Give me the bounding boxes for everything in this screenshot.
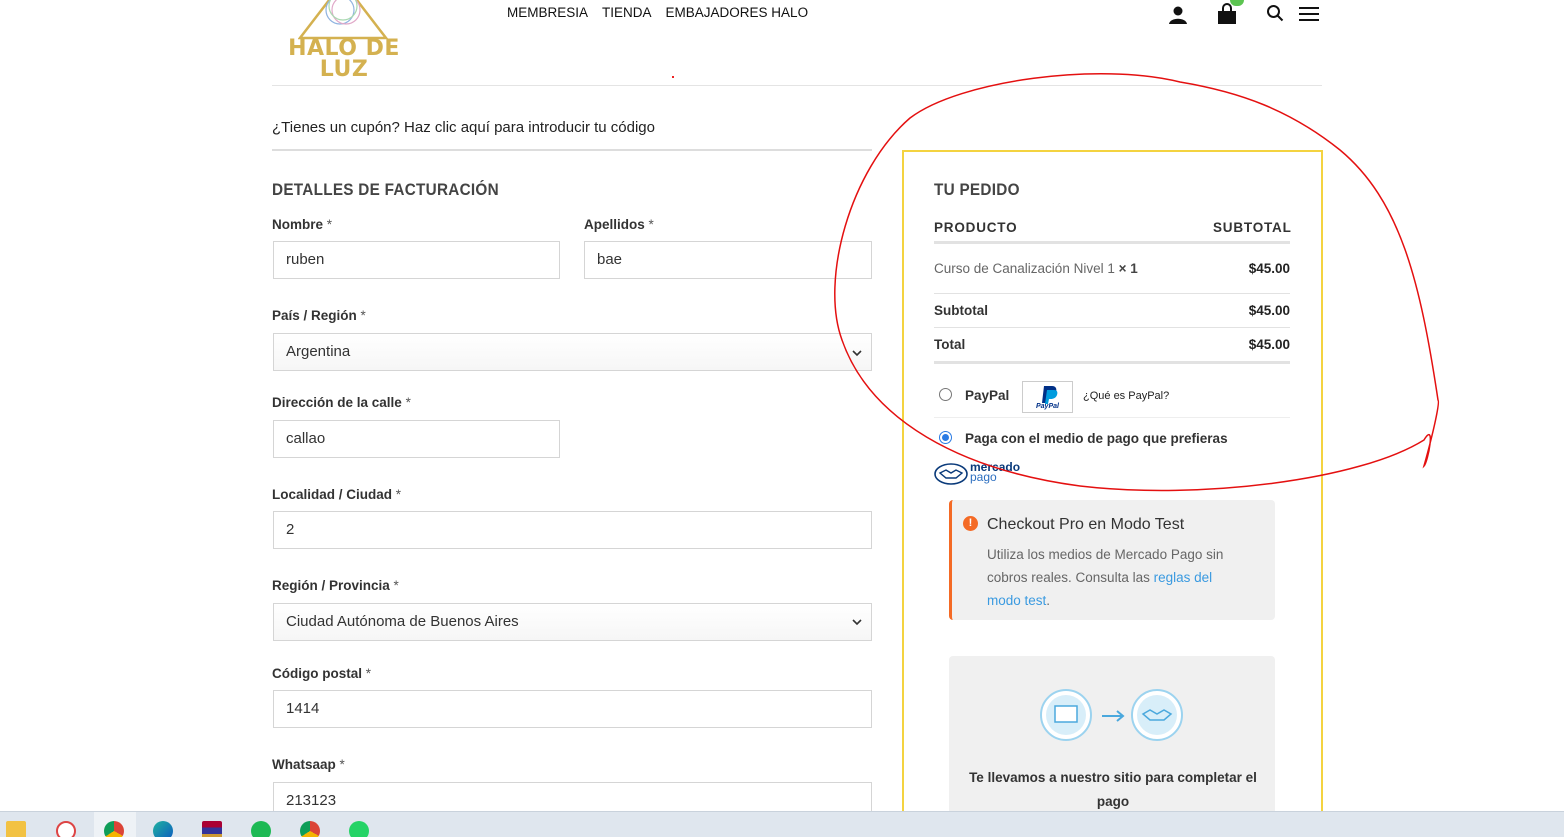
- notice-body: Utiliza los medios de Mercado Pago sin c…: [987, 547, 1224, 608]
- payment-rule: [934, 417, 1290, 418]
- billing-title: DETALLES DE FACTURACIÓN: [272, 180, 499, 199]
- stray-dot: [672, 76, 674, 78]
- col-product-header: PRODUCTO: [934, 220, 1018, 235]
- file-explorer-icon[interactable]: [6, 821, 26, 837]
- main-nav: MEMBRESIA TIENDA EMBAJADORES HALO: [507, 5, 808, 20]
- paypal-label[interactable]: PayPal: [965, 388, 1009, 403]
- mercadopago-radio[interactable]: [939, 431, 952, 444]
- notice-title: Checkout Pro en Modo Test: [987, 516, 1185, 533]
- order-title: TU PEDIDO: [934, 180, 1020, 199]
- search-icon[interactable]: [1266, 4, 1284, 22]
- pais-select[interactable]: Argentina: [273, 333, 872, 371]
- pais-label: País / Región *: [272, 308, 366, 323]
- mercadopago-label[interactable]: Paga con el medio de pago que prefieras: [965, 431, 1228, 446]
- nav-item-tienda[interactable]: TIENDA: [602, 5, 652, 20]
- localidad-input[interactable]: 2: [273, 511, 872, 549]
- order-item-price: $45.00: [1248, 261, 1290, 276]
- chevron-down-icon: [852, 350, 862, 357]
- cart-icon[interactable]: [1216, 3, 1238, 25]
- chrome-icon[interactable]: [300, 821, 320, 837]
- region-select[interactable]: Ciudad Autónoma de Buenos Aires: [273, 603, 872, 641]
- coupon-divider: [272, 149, 872, 151]
- nav-item-membresia[interactable]: MEMBRESIA: [507, 5, 588, 20]
- user-icon[interactable]: [1168, 5, 1188, 25]
- coupon-link[interactable]: ¿Tienes un cupón? Haz clic aquí para int…: [272, 119, 655, 136]
- nombre-label: Nombre *: [272, 217, 333, 232]
- logo-text: HALO DE LUZ: [288, 36, 400, 82]
- subtotal-label: Subtotal: [934, 303, 988, 318]
- order-item-name: Curso de Canalización Nivel 1 × 1: [934, 261, 1138, 276]
- header-icons: [1166, 2, 1326, 26]
- spotify-icon[interactable]: [251, 821, 271, 837]
- direccion-label: Dirección de la calle *: [272, 395, 411, 410]
- chevron-down-icon: [852, 619, 862, 626]
- total-label: Total: [934, 337, 966, 352]
- region-label: Región / Provincia *: [272, 578, 399, 593]
- localidad-label: Localidad / Ciudad *: [272, 487, 402, 502]
- redirect-illustration-icon: [1040, 689, 1183, 741]
- total-rule: [934, 361, 1290, 364]
- menu-icon[interactable]: [1298, 5, 1320, 23]
- nav-item-embajadores[interactable]: EMBAJADORES HALO: [666, 5, 809, 20]
- paypal-logo-text: PayPal: [1036, 403, 1059, 410]
- col-subtotal-header: SUBTOTAL: [1213, 220, 1292, 235]
- nombre-input[interactable]: ruben: [273, 241, 560, 279]
- warning-icon: !: [963, 516, 978, 531]
- whatsapp-label: Whatsaap *: [272, 757, 345, 772]
- apellidos-label: Apellidos *: [584, 217, 654, 232]
- row-rule: [934, 293, 1290, 294]
- logo-emblem-icon: [298, 0, 388, 40]
- paint-icon[interactable]: [56, 821, 76, 837]
- paypal-logo: PayPal: [1022, 381, 1073, 413]
- codigo-postal-input[interactable]: 1414: [273, 690, 872, 728]
- windows-taskbar: [0, 811, 1564, 837]
- checkout-page: HALO DE LUZ MEMBRESIA TIENDA EMBAJADORES…: [0, 0, 1564, 837]
- halo-de-luz-logo[interactable]: HALO DE LUZ: [284, 0, 404, 84]
- mercadopago-logo: mercado pago: [934, 460, 1024, 488]
- header-divider: [272, 85, 1322, 86]
- total-value: $45.00: [1248, 337, 1290, 352]
- row-rule: [934, 327, 1290, 328]
- edge-icon[interactable]: [153, 821, 173, 837]
- whatsapp-icon[interactable]: [349, 821, 369, 837]
- header-rule: [934, 241, 1290, 244]
- paypal-radio[interactable]: [939, 388, 952, 401]
- winrar-icon[interactable]: [202, 821, 222, 837]
- direccion-input[interactable]: callao: [273, 420, 560, 458]
- redirect-text: Te llevamos a nuestro sitio para complet…: [969, 770, 1257, 809]
- what-is-paypal-link[interactable]: ¿Qué es PayPal?: [1083, 390, 1169, 402]
- mercadopago-handshake-icon: [934, 463, 968, 485]
- chrome-profile-icon[interactable]: [104, 821, 124, 837]
- subtotal-value: $45.00: [1248, 303, 1290, 318]
- codigo-postal-label: Código postal *: [272, 666, 372, 681]
- apellidos-input[interactable]: bae: [584, 241, 872, 279]
- mercadopago-logo-text: mercado pago: [970, 460, 1021, 484]
